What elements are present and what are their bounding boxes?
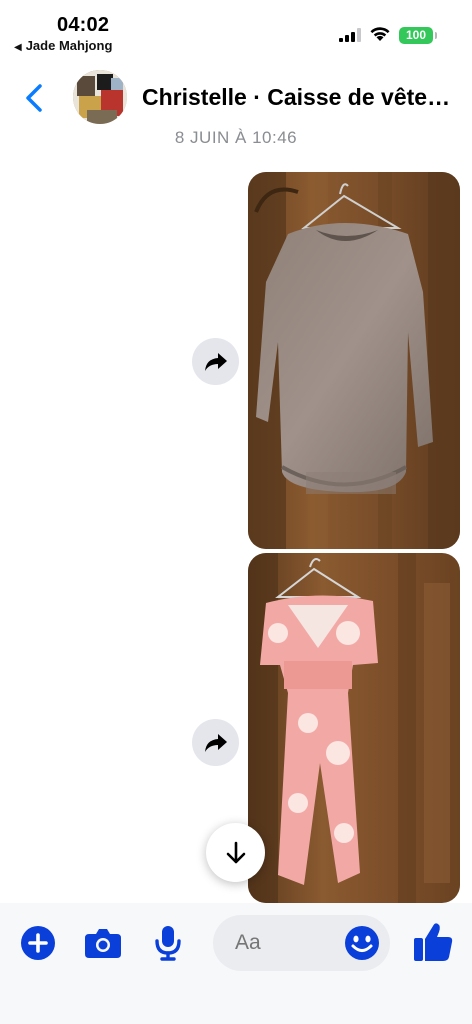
camera-button[interactable] — [83, 923, 123, 963]
scroll-to-bottom-button[interactable] — [206, 823, 265, 882]
share-button[interactable] — [192, 338, 239, 385]
wifi-icon — [370, 27, 390, 41]
status-bar: 04:02 ◀ Jade Mahjong 100 — [0, 0, 472, 60]
jumpsuit-image — [248, 553, 460, 903]
back-app-label: Jade Mahjong — [25, 38, 113, 53]
plus-icon — [21, 926, 55, 960]
message-composer — [0, 903, 472, 1024]
add-button[interactable] — [18, 923, 58, 963]
cellular-signal-icon — [339, 28, 361, 42]
share-arrow-icon — [204, 733, 227, 752]
photo-message-sweater-dress[interactable] — [248, 172, 460, 549]
back-button[interactable] — [20, 78, 50, 118]
thumbs-up-icon — [414, 923, 453, 961]
chevron-left-icon — [26, 84, 42, 112]
like-button[interactable] — [413, 921, 453, 963]
conversation-header: Christelle · Caisse de vêtements — [0, 60, 472, 136]
back-to-app-link[interactable]: ◀ Jade Mahjong — [14, 38, 112, 53]
sweater-dress-image — [248, 172, 460, 549]
back-triangle-icon: ◀ — [14, 42, 22, 53]
battery-indicator: 100 — [399, 27, 437, 44]
share-arrow-icon — [204, 352, 227, 371]
conversation-title[interactable]: Christelle · Caisse de vêtements — [142, 84, 457, 111]
photo-message-jumpsuit[interactable] — [248, 553, 460, 903]
date-separator: 8 JUIN À 10:46 — [174, 128, 298, 147]
share-button[interactable] — [192, 719, 239, 766]
avatar-image — [73, 70, 127, 124]
camera-icon — [85, 929, 121, 958]
arrow-down-icon — [226, 841, 245, 863]
voice-message-button[interactable] — [148, 923, 188, 963]
mic-icon — [155, 926, 181, 961]
avatar[interactable] — [73, 70, 127, 124]
emoji-button[interactable] — [343, 924, 381, 962]
status-time: 04:02 — [57, 14, 110, 36]
emoji-icon — [345, 926, 379, 960]
